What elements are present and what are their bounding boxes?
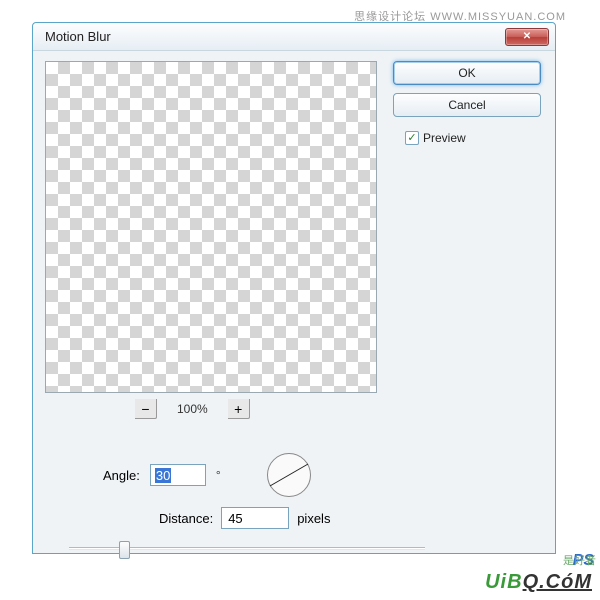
distance-input[interactable]: 45 [221, 507, 289, 529]
zoom-out-button[interactable]: − [135, 399, 157, 419]
watermark-jp: 是好者 [563, 552, 596, 568]
watermark-bottom: UiBQ.CóM [485, 571, 592, 594]
angle-dial[interactable] [267, 453, 311, 497]
title-bar[interactable]: Motion Blur ✕ [33, 23, 555, 51]
close-icon: ✕ [523, 32, 531, 42]
preview-canvas[interactable] [45, 61, 377, 393]
button-column: OK Cancel ✓ Preview [393, 61, 541, 145]
zoom-value: 100% [177, 402, 208, 416]
angle-value: 30 [155, 468, 171, 483]
dial-needle [269, 464, 308, 487]
cancel-button[interactable]: Cancel [393, 93, 541, 117]
distance-label: Distance: [159, 511, 213, 526]
preview-toggle[interactable]: ✓ Preview [405, 131, 541, 145]
slider-thumb[interactable] [119, 541, 130, 559]
ok-button[interactable]: OK [393, 61, 541, 85]
preview-checkbox[interactable]: ✓ [405, 131, 419, 145]
distance-row: Distance: 45 pixels [159, 507, 330, 529]
distance-value: 45 [228, 511, 242, 526]
checkmark-icon: ✓ [407, 133, 416, 144]
preview-label: Preview [423, 131, 466, 145]
angle-label: Angle: [103, 468, 140, 483]
motion-blur-dialog: Motion Blur ✕ − 100% + OK Cancel ✓ Previ… [32, 22, 556, 554]
angle-row: Angle: 30 ° [103, 453, 311, 497]
zoom-in-button[interactable]: + [228, 399, 250, 419]
dialog-body: − 100% + OK Cancel ✓ Preview Angle: 30 ° [33, 51, 555, 553]
degree-symbol: ° [216, 468, 221, 482]
dialog-title: Motion Blur [45, 29, 111, 44]
transparency-checker [46, 62, 376, 392]
angle-input[interactable]: 30 [150, 464, 206, 486]
distance-unit: pixels [297, 511, 330, 526]
distance-slider[interactable] [69, 539, 425, 559]
zoom-controls: − 100% + [135, 399, 543, 419]
close-button[interactable]: ✕ [505, 28, 549, 46]
